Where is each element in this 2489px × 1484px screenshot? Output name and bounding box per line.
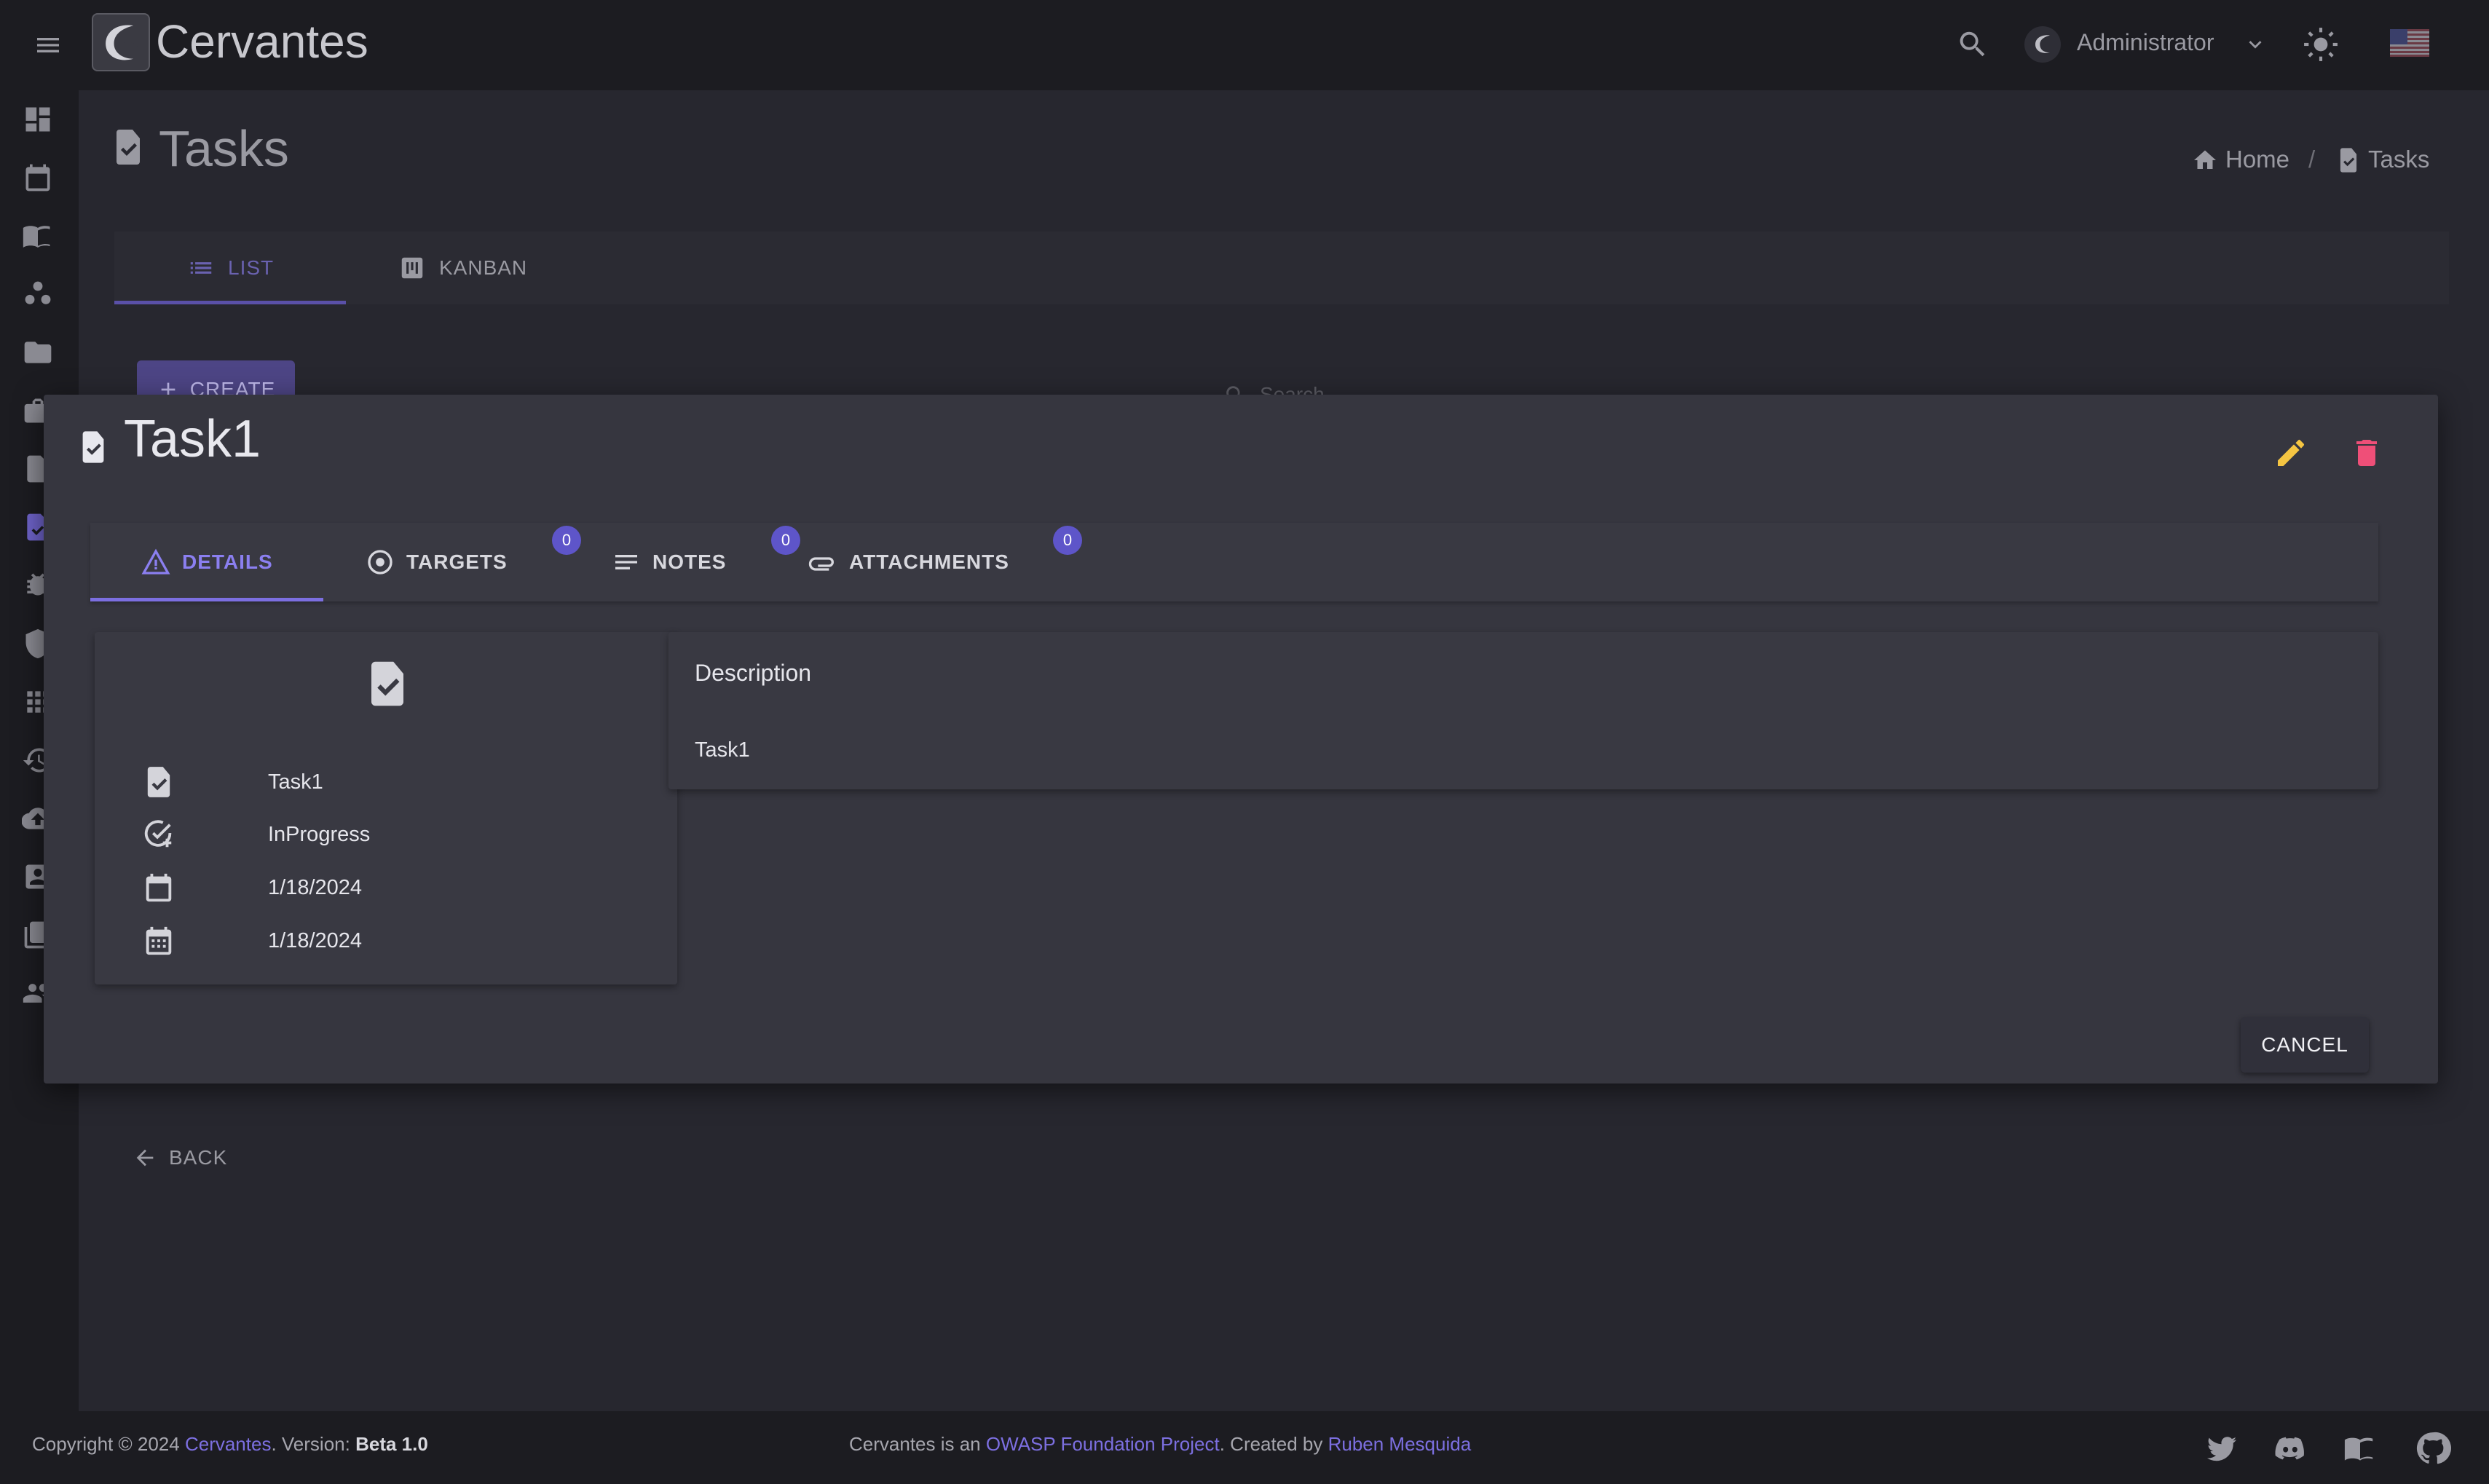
dialog-title: Task1 <box>124 410 261 468</box>
project-prefix: Cervantes is an <box>849 1433 981 1455</box>
copyright-text: Copyright © 2024 <box>32 1433 180 1455</box>
description-card: Description Task1 <box>668 632 2378 789</box>
tab-details-label: DETAILS <box>182 550 273 573</box>
targets-count-badge: 0 <box>552 526 581 555</box>
tab-notes-label: NOTES <box>652 550 727 573</box>
tab-kanban-label: KANBAN <box>439 256 528 279</box>
tab-details[interactable]: DETAILS <box>141 523 273 601</box>
tab-targets-label: TARGETS <box>406 550 508 573</box>
view-tabs: LIST KANBAN <box>114 232 2449 304</box>
kanban-icon <box>401 257 423 279</box>
avatar[interactable] <box>2024 26 2061 63</box>
task-end-date: 1/18/2024 <box>268 928 363 952</box>
dialog-tabs: DETAILS TARGETS 0 NOTES 0 ATTACHMENTS 0 <box>90 523 2378 601</box>
warning-icon <box>141 548 170 575</box>
tab-details-underline <box>90 598 323 601</box>
task-info-card: Task1 InProgress 1/18/2024 1/18/2024 <box>95 632 677 984</box>
version-value: Beta 1.0 <box>355 1433 428 1455</box>
target-icon <box>368 550 393 575</box>
tab-list[interactable]: LIST <box>187 232 274 304</box>
github-icon[interactable] <box>2415 1430 2451 1467</box>
dashboard-icon[interactable] <box>22 103 54 135</box>
attachments-count-badge: 0 <box>1053 526 1082 555</box>
task-icon <box>80 430 106 465</box>
info-end-date-row: 1/18/2024 <box>138 920 362 961</box>
calendar-icon[interactable] <box>22 162 54 194</box>
paperclip-icon <box>808 557 834 571</box>
task-start-date: 1/18/2024 <box>268 875 363 899</box>
task-name: Task1 <box>268 770 323 794</box>
list-icon <box>190 262 212 274</box>
back-button[interactable]: BACK <box>115 1127 250 1188</box>
author-link[interactable]: Ruben Mesquida <box>1328 1433 1472 1455</box>
book-icon[interactable] <box>2343 1432 2377 1465</box>
clients-icon[interactable] <box>22 278 54 310</box>
notes-icon <box>615 555 637 569</box>
page-title: Tasks <box>159 120 289 177</box>
status-check-icon <box>138 814 179 855</box>
menu-icon[interactable] <box>32 31 64 60</box>
task-icon <box>138 762 179 802</box>
task-status: InProgress <box>268 822 371 846</box>
user-name[interactable]: Administrator <box>2077 29 2214 56</box>
task-icon <box>2338 147 2359 173</box>
arrow-left-icon <box>136 1149 154 1167</box>
app-logo[interactable] <box>92 13 150 71</box>
cervantes-link[interactable]: Cervantes <box>185 1433 272 1455</box>
footer: Copyright © 2024 Cervantes. Version: Bet… <box>0 1411 2489 1484</box>
breadcrumb-separator: / <box>2308 146 2316 173</box>
calendar-grid-icon <box>138 920 179 961</box>
us-flag-icon[interactable] <box>2390 29 2429 57</box>
task-dialog: Task1 DETAILS TARGETS 0 NOTES 0 ATTACHME… <box>44 395 2438 1084</box>
home-icon[interactable] <box>2192 147 2218 173</box>
folder-icon[interactable] <box>22 336 54 368</box>
trash-icon[interactable] <box>2349 435 2384 470</box>
chevron-down-icon[interactable] <box>2243 32 2268 57</box>
breadcrumb-current: Tasks <box>2368 146 2430 173</box>
owasp-link[interactable]: OWASP Foundation Project <box>986 1433 1220 1455</box>
app-bar: Cervantes Administrator <box>0 0 2489 90</box>
search-icon[interactable] <box>1956 28 1989 61</box>
book-icon[interactable] <box>22 220 54 252</box>
app-name[interactable]: Cervantes <box>156 15 368 68</box>
cancel-button[interactable]: CANCEL <box>2241 1017 2369 1073</box>
tab-kanban[interactable]: KANBAN <box>398 232 527 304</box>
calendar-icon <box>138 867 179 908</box>
pencil-icon[interactable] <box>2273 435 2308 470</box>
info-name-row: Task1 <box>138 762 323 802</box>
tab-notes[interactable]: NOTES <box>612 523 726 601</box>
notes-count-badge: 0 <box>771 526 800 555</box>
discord-icon[interactable] <box>2273 1432 2307 1465</box>
description-heading: Description <box>695 660 812 686</box>
tab-attachments[interactable]: ATTACHMENTS <box>808 523 1009 601</box>
task-icon <box>367 660 408 708</box>
task-icon <box>114 128 143 166</box>
info-start-date-row: 1/18/2024 <box>138 867 362 908</box>
description-text: Task1 <box>695 738 750 762</box>
footer-copyright: Copyright © 2024 Cervantes. Version: Bet… <box>32 1433 428 1456</box>
tab-targets[interactable]: TARGETS <box>366 523 508 601</box>
tab-list-underline <box>114 301 346 304</box>
sun-icon[interactable] <box>2303 26 2339 63</box>
version-label: . Version: <box>271 1433 350 1455</box>
breadcrumb-home[interactable]: Home <box>2225 146 2289 173</box>
tab-list-label: LIST <box>228 256 275 279</box>
created-by: . Created by <box>1219 1433 1323 1455</box>
footer-credits: Cervantes is an OWASP Foundation Project… <box>849 1433 1471 1456</box>
twitter-icon[interactable] <box>2205 1432 2238 1465</box>
back-label: BACK <box>169 1146 228 1169</box>
tab-attachments-label: ATTACHMENTS <box>849 550 1009 573</box>
info-status-row: InProgress <box>138 814 370 855</box>
